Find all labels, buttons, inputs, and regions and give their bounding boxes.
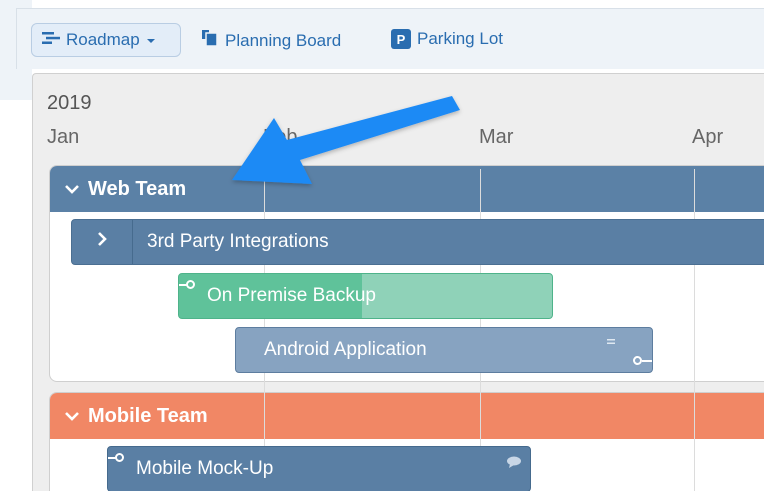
view-toolbar: Roadmap Planning Board P Parking Lot bbox=[16, 8, 764, 69]
item-label: 3rd Party Integrations bbox=[147, 231, 329, 252]
roadmap-view-button[interactable]: Roadmap bbox=[31, 23, 181, 57]
grid-line-apr bbox=[694, 169, 695, 491]
mobile-team-title: Mobile Team bbox=[88, 404, 208, 427]
planning-board-icon bbox=[201, 29, 219, 52]
parking-lot-label: Parking Lot bbox=[417, 29, 503, 48]
roadmap-item-3rd-party-integrations[interactable]: 3rd Party Integrations bbox=[71, 219, 764, 265]
parking-lot-icon: P bbox=[391, 29, 411, 49]
item-label: On Premise Backup bbox=[207, 285, 376, 306]
notes-icon bbox=[606, 330, 616, 352]
roadmap-item-on-premise-backup[interactable]: On Premise Backup bbox=[178, 273, 553, 319]
dependency-link-icon[interactable] bbox=[633, 356, 642, 365]
web-team-title: Web Team bbox=[88, 177, 187, 200]
roadmap-page: Roadmap Planning Board P Parking Lot 201… bbox=[0, 0, 764, 491]
roadmap-timeline: 2019 Jan Feb Mar Apr Web Team Mobile Tea… bbox=[32, 73, 764, 491]
roadmap-label: Roadmap bbox=[66, 30, 140, 49]
planning-board-button[interactable]: Planning Board bbox=[201, 29, 341, 52]
month-label-mar: Mar bbox=[479, 126, 514, 148]
mobile-team-header[interactable]: Mobile Team bbox=[50, 393, 764, 439]
item-label: Mobile Mock-Up bbox=[136, 458, 274, 479]
month-label-apr: Apr bbox=[692, 126, 724, 148]
comment-icon[interactable] bbox=[506, 452, 522, 474]
dependency-link-icon[interactable] bbox=[115, 453, 124, 462]
parking-lot-button[interactable]: P Parking Lot bbox=[391, 29, 503, 49]
roadmap-item-mobile-mock-up[interactable]: Mobile Mock-Up bbox=[107, 446, 531, 491]
planning-board-label: Planning Board bbox=[225, 30, 342, 50]
month-label-jan: Jan bbox=[47, 126, 80, 148]
dependency-link-line bbox=[642, 360, 652, 362]
progress-fill bbox=[362, 274, 552, 318]
caret-down-icon bbox=[146, 30, 156, 50]
roadmap-icon bbox=[42, 30, 60, 50]
roadmap-item-android-application[interactable]: Android Application bbox=[235, 327, 653, 373]
chevron-right-icon bbox=[96, 231, 108, 253]
item-label: Android Application bbox=[264, 339, 427, 360]
month-label-feb: Feb bbox=[263, 126, 298, 148]
web-team-header[interactable]: Web Team bbox=[50, 166, 764, 212]
expand-chevron[interactable] bbox=[72, 220, 133, 264]
timeline-year: 2019 bbox=[47, 92, 92, 114]
chevron-down-icon[interactable] bbox=[64, 405, 80, 428]
chevron-down-icon[interactable] bbox=[64, 178, 80, 201]
